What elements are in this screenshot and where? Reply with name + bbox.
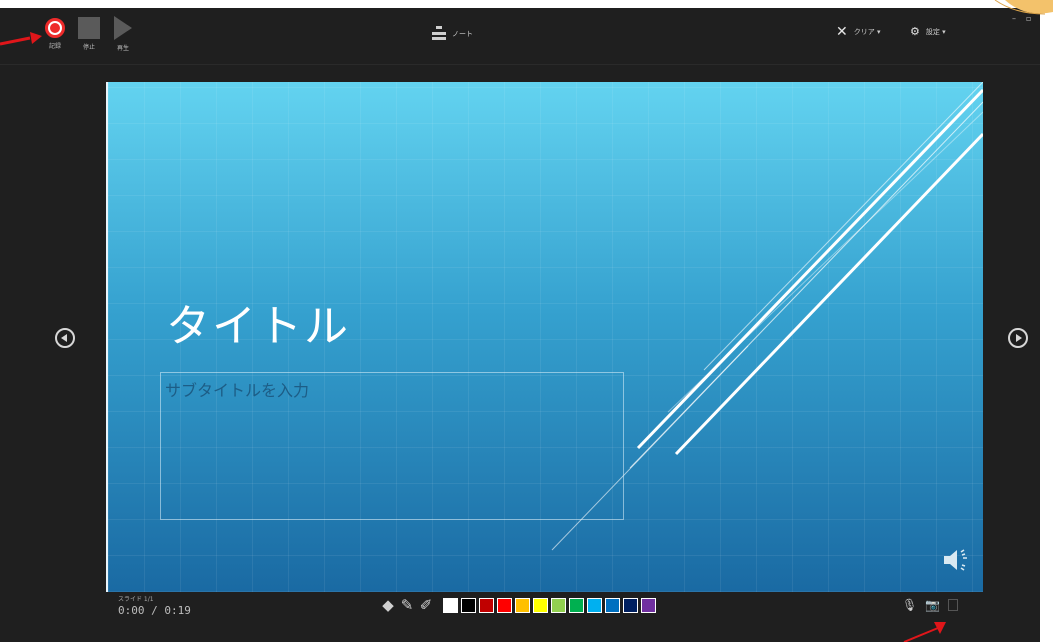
- subtitle-placeholder-box[interactable]: サブタイトルを入力: [160, 372, 624, 520]
- next-slide-button[interactable]: [1008, 328, 1028, 348]
- eraser-icon[interactable]: ◆: [380, 596, 396, 614]
- deco-line: [636, 88, 983, 450]
- camera-icon[interactable]: 📷: [925, 598, 940, 612]
- stop-button[interactable]: 停止: [76, 16, 102, 51]
- color-swatch[interactable]: [641, 597, 656, 613]
- pen-icon[interactable]: ✎: [399, 596, 415, 614]
- recording-window: 記録 停止 再生 ノート ✕ クリア ▾ ⚙ 設定 ▾ – ▫ タイトル サブタ…: [0, 8, 1040, 642]
- color-swatch[interactable]: [497, 597, 512, 613]
- color-swatch[interactable]: [623, 597, 638, 613]
- color-swatch[interactable]: [533, 597, 548, 613]
- deco-line: [703, 82, 983, 371]
- camera-preview-icon[interactable]: [948, 599, 959, 611]
- settings-label: 設定 ▾: [925, 28, 946, 36]
- subtitle-placeholder-text: サブタイトルを入力: [165, 381, 310, 400]
- slide-title: タイトル: [166, 301, 350, 352]
- settings-button[interactable]: ⚙ 設定 ▾: [910, 25, 946, 39]
- annotation-arrow-left: [0, 32, 42, 46]
- record-icon: [45, 18, 65, 38]
- decorative-corner: [994, 0, 1053, 15]
- play-label: 再生: [116, 45, 129, 52]
- clear-x-icon: ✕: [836, 24, 848, 40]
- notes-icon: [432, 26, 446, 42]
- speaker-icon[interactable]: [940, 544, 972, 576]
- slide-preview: タイトル サブタイトルを入力: [106, 82, 983, 592]
- clear-button[interactable]: ✕ クリア ▾: [836, 25, 880, 39]
- stop-label: 停止: [82, 44, 95, 51]
- color-swatch[interactable]: [605, 597, 620, 613]
- stop-icon: [78, 17, 100, 39]
- media-toolbar: 🎙 📷: [902, 598, 959, 612]
- record-button[interactable]: 記録: [42, 16, 68, 50]
- record-label: 記録: [48, 43, 61, 50]
- color-swatch[interactable]: [443, 597, 458, 613]
- color-swatches: [443, 597, 656, 613]
- notes-button[interactable]: ノート: [432, 26, 473, 42]
- deco-line: [667, 111, 983, 413]
- color-swatch[interactable]: [515, 597, 530, 613]
- color-swatch[interactable]: [479, 597, 494, 613]
- color-swatch[interactable]: [569, 597, 584, 613]
- clear-label: クリア ▾: [853, 28, 881, 36]
- previous-slide-button[interactable]: [55, 328, 75, 348]
- slide-number: スライド 1/1: [118, 596, 154, 603]
- color-swatch[interactable]: [461, 597, 476, 613]
- play-icon: [114, 16, 132, 40]
- play-button[interactable]: 再生: [110, 16, 136, 52]
- notes-label: ノート: [452, 30, 473, 38]
- recording-toolbar: 記録 停止 再生 ノート ✕ クリア ▾ ⚙ 設定 ▾ – ▫: [0, 8, 1040, 65]
- color-swatch[interactable]: [551, 597, 566, 613]
- deco-line: [674, 132, 983, 456]
- annotation-arrow-bottom: [903, 622, 946, 642]
- recording-timer: 0:00 / 0:19: [118, 604, 191, 617]
- microphone-icon[interactable]: 🎙: [902, 598, 917, 612]
- color-swatch[interactable]: [587, 597, 602, 613]
- pen-toolbar: ◆ ✎ ✐: [380, 596, 656, 614]
- gear-icon: ⚙: [910, 25, 920, 38]
- highlighter-icon[interactable]: ✐: [418, 596, 434, 614]
